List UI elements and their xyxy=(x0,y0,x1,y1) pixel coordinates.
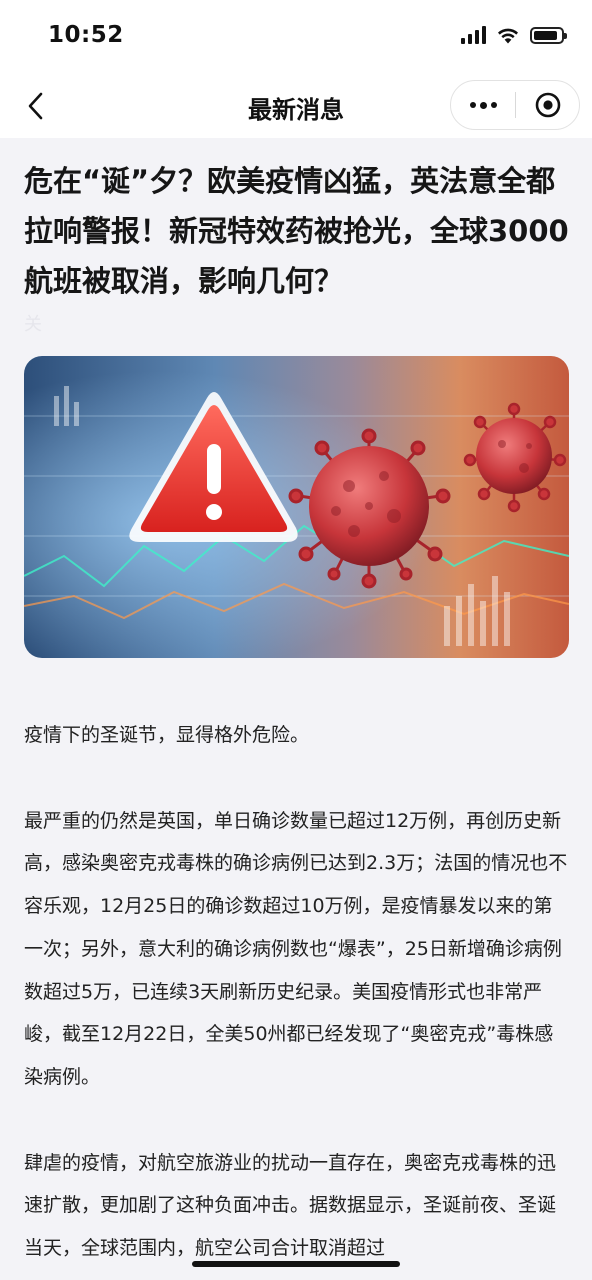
more-dots-icon xyxy=(479,101,487,109)
cellular-signal-icon xyxy=(461,26,486,44)
mini-program-capsule xyxy=(450,80,580,130)
wifi-icon xyxy=(498,28,518,44)
warning-virus-image[interactable] xyxy=(24,356,569,658)
article-paragraph: 最严重的仍然是英国，单日确诊数量已超过12万例，再创历史新高，感染奥密克戎毒株的… xyxy=(24,809,568,1088)
home-indicator[interactable] xyxy=(192,1261,400,1267)
nav-bar: 最新消息 xyxy=(0,74,592,138)
article: 危在“诞”夕？欧美疫情凶猛，英法意全都拉响警报！新冠特效药被抢光，全球3000航… xyxy=(24,138,570,1280)
target-close-icon xyxy=(535,92,560,118)
article-author: 关 xyxy=(24,314,42,335)
back-button[interactable] xyxy=(16,86,56,126)
article-body: 疫情下的圣诞节，显得格外危险。 最严重的仍然是英国，单日确诊数量已超过12万例，… xyxy=(24,714,570,1270)
chevron-left-icon xyxy=(28,92,43,120)
battery-icon xyxy=(530,26,567,44)
article-paragraph: 疫情下的圣诞节，显得格外危险。 xyxy=(24,724,310,746)
more-dots-icon xyxy=(490,102,497,108)
battery-level xyxy=(534,30,557,40)
article-title: 危在“诞”夕？欧美疫情凶猛，英法意全都拉响警报！新冠特效药被抢光，全球3000航… xyxy=(24,164,569,298)
screen: 10:52 最新消息 危在“诞”夕？欧美疫情凶猛，英法意全都拉响警报！新冠特效药… xyxy=(0,0,592,1280)
article-paragraph: 肆虐的疫情，对航空旅游业的扰动一直存在，奥密克戎毒株的迅速扩散，更加剧了这种负面… xyxy=(24,1151,557,1260)
status-time: 10:52 xyxy=(48,22,124,48)
status-bar: 10:52 xyxy=(0,0,592,74)
more-dots-icon xyxy=(469,102,476,108)
status-icons xyxy=(461,26,567,44)
close-button[interactable] xyxy=(516,81,579,129)
more-button[interactable] xyxy=(451,81,515,129)
